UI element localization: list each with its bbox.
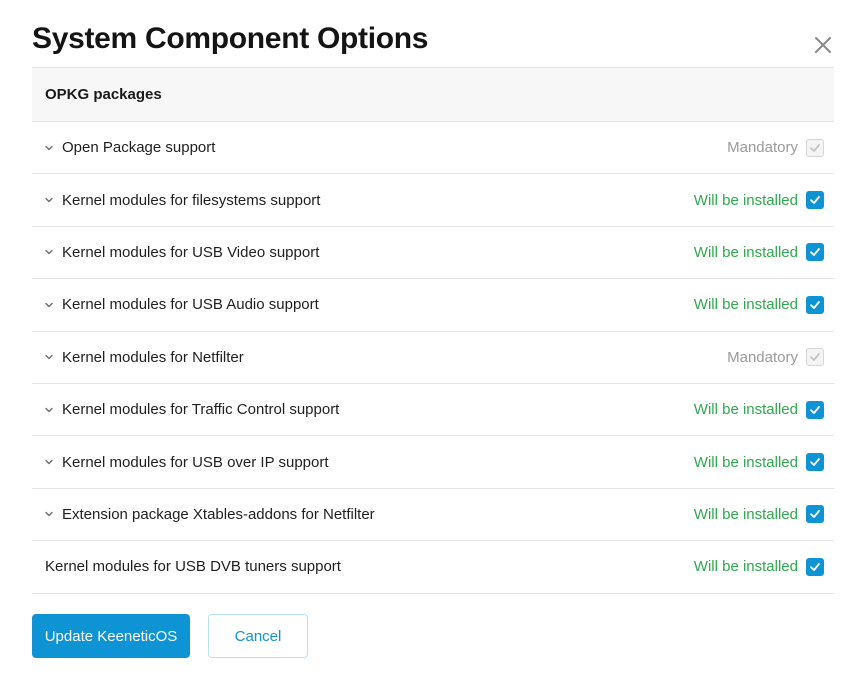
component-row[interactable]: Kernel modules for USB over IP support Wi… — [32, 436, 834, 489]
component-checkbox-disabled — [806, 138, 824, 157]
checkmark-icon — [810, 353, 820, 362]
component-status: Will be installed — [693, 505, 798, 523]
chevron-down-icon[interactable] — [44, 300, 54, 310]
component-label: Kernel modules for filesystems support — [62, 191, 321, 209]
dialog-footer: Update KeeneticOS Cancel — [32, 614, 308, 658]
component-checkbox[interactable] — [806, 295, 824, 314]
checkmark-icon — [810, 458, 820, 466]
chevron-down-icon[interactable] — [44, 405, 54, 415]
dialog-title: System Component Options — [32, 22, 429, 55]
checkmark-icon — [810, 300, 820, 309]
component-label: Kernel modules for Traffic Control suppo… — [62, 401, 340, 419]
component-row[interactable]: Kernel modules for USB Video support Will… — [32, 227, 834, 280]
update-keeneticos-button[interactable]: Update KeeneticOS — [32, 614, 190, 658]
chevron-down-icon[interactable] — [44, 457, 54, 467]
component-status: Mandatory — [727, 139, 798, 157]
component-checkbox[interactable] — [806, 243, 824, 262]
component-checkbox[interactable] — [806, 557, 824, 576]
checkmark-icon — [810, 248, 820, 257]
components-table: OPKG packages Open Package support Mandat… — [32, 67, 834, 594]
component-status: Will be installed — [693, 191, 798, 209]
component-label: Open Package support — [62, 139, 216, 157]
component-status: Will be installed — [693, 243, 798, 261]
component-label: Kernel modules for USB DVB tuners suppor… — [45, 558, 341, 576]
component-checkbox[interactable] — [806, 191, 824, 210]
checkmark-icon — [810, 196, 820, 204]
component-label: Kernel modules for USB Video support — [62, 243, 320, 261]
component-row[interactable]: Kernel modules for Netfilter Mandatory — [32, 332, 834, 384]
component-checkbox[interactable] — [806, 400, 824, 419]
component-checkbox[interactable] — [806, 453, 824, 472]
chevron-down-icon[interactable] — [44, 143, 54, 153]
component-label: Extension package Xtables-addons for Net… — [62, 505, 375, 523]
component-status: Mandatory — [727, 348, 798, 366]
component-list: Open Package support Mandatory Kernel modu… — [32, 122, 834, 594]
component-row[interactable]: Kernel modules for USB Audio support Will… — [32, 279, 834, 332]
component-status: Will be installed — [693, 558, 798, 576]
component-label: Kernel modules for USB Audio support — [62, 296, 319, 314]
component-checkbox[interactable] — [806, 505, 824, 524]
section-header: OPKG packages — [32, 68, 834, 122]
chevron-down-icon[interactable] — [44, 247, 54, 257]
component-row: Kernel modules for USB DVB tuners suppor… — [32, 541, 834, 594]
chevron-down-icon[interactable] — [44, 195, 54, 205]
chevron-down-icon[interactable] — [44, 352, 54, 362]
component-status: Will be installed — [693, 401, 798, 419]
system-component-options-dialog: System Component Options OPKG packages O… — [0, 0, 865, 689]
checkmark-icon — [810, 143, 820, 152]
chevron-down-icon[interactable] — [44, 509, 54, 519]
component-row[interactable]: Kernel modules for Traffic Control suppo… — [32, 384, 834, 437]
component-label: Kernel modules for Netfilter — [62, 348, 244, 366]
component-status: Will be installed — [693, 453, 798, 471]
component-row[interactable]: Extension package Xtables-addons for Net… — [32, 489, 834, 542]
close-button[interactable] — [812, 34, 834, 56]
cancel-button[interactable]: Cancel — [208, 614, 308, 658]
close-icon — [815, 37, 831, 53]
checkmark-icon — [810, 562, 820, 571]
checkmark-icon — [810, 510, 820, 519]
checkmark-icon — [810, 405, 820, 414]
component-checkbox-disabled — [806, 348, 824, 367]
component-label: Kernel modules for USB over IP support — [62, 453, 329, 471]
component-status: Will be installed — [693, 296, 798, 314]
component-row[interactable]: Kernel modules for filesystems support Wi… — [32, 174, 834, 227]
component-row[interactable]: Open Package support Mandatory — [32, 122, 834, 175]
